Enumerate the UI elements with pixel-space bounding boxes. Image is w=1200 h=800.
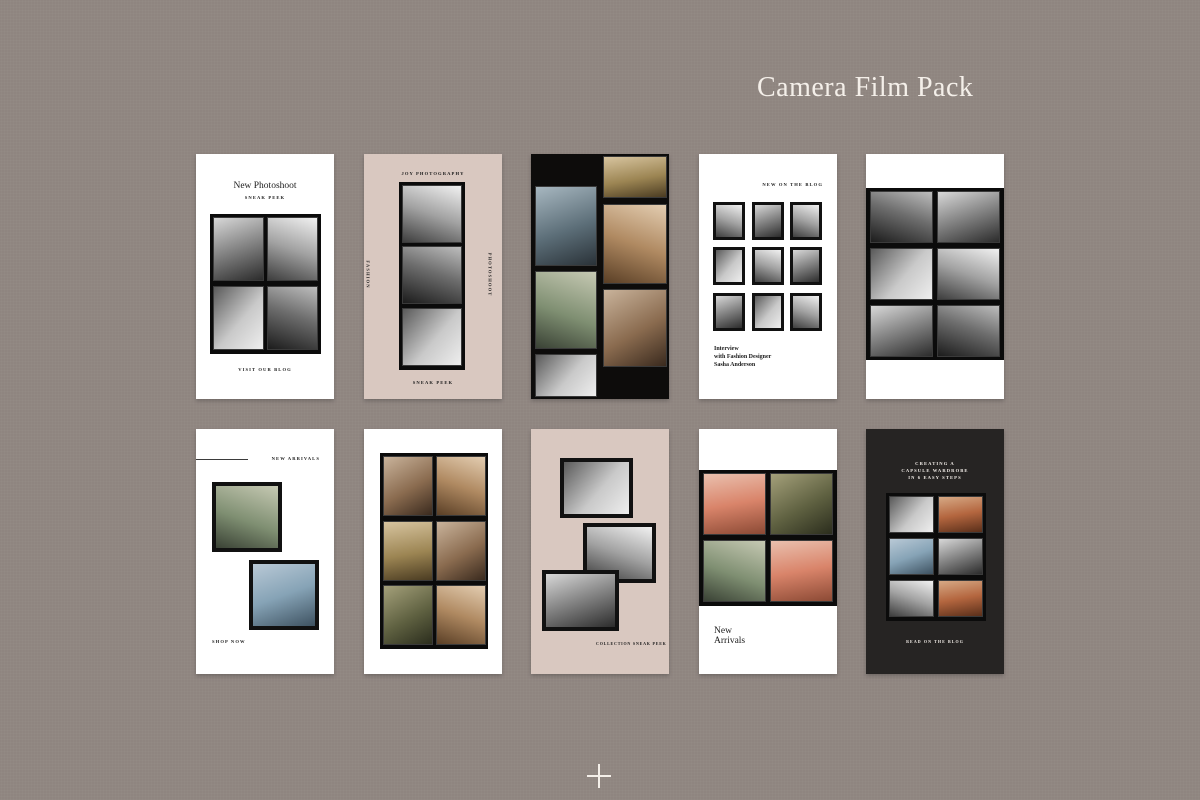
photo	[770, 540, 833, 602]
template-card-autumn-grid[interactable]	[364, 429, 502, 674]
photo	[790, 247, 822, 285]
page-title: Camera Film Pack	[757, 72, 974, 103]
photo	[603, 204, 667, 284]
template-card-contact-sheet[interactable]	[866, 154, 1004, 399]
photo	[937, 191, 1000, 243]
photo	[603, 156, 667, 198]
photo	[402, 308, 462, 366]
photo	[938, 538, 983, 575]
photo	[790, 293, 822, 331]
card-side-label-left: FASHION	[365, 260, 371, 289]
photo	[213, 286, 264, 350]
photo	[383, 585, 433, 645]
photo	[703, 473, 766, 535]
photo	[383, 456, 433, 516]
film-strip	[210, 214, 321, 354]
photo	[889, 496, 934, 533]
photo	[436, 585, 486, 645]
photo	[889, 580, 934, 617]
card-top-label: JOY PHOTOGRAPHY	[401, 171, 465, 176]
template-card-new-arrivals-color[interactable]: New Arrivals	[699, 429, 837, 674]
photo	[937, 305, 1000, 357]
photo	[436, 521, 486, 581]
photo	[870, 305, 933, 357]
template-card-new-photoshoot[interactable]: New Photoshoot SNEAK PEEK VISIT OUR BLOG	[196, 154, 334, 399]
photo	[535, 354, 597, 397]
card-title: New Photoshoot	[233, 181, 297, 191]
card-top-label: NEW ON THE BLOG	[762, 182, 823, 187]
divider-line	[196, 459, 248, 460]
card-subtitle: SNEAK PEEK	[244, 195, 286, 200]
template-card-joy-photography[interactable]: JOY PHOTOGRAPHY FASHION PHOTOSHOOT SNEAK…	[364, 154, 502, 399]
photo	[752, 293, 784, 331]
photo	[212, 482, 282, 552]
template-card-new-on-blog[interactable]: NEW ON THE BLOG Interview with Fashion D…	[699, 154, 837, 399]
film-strip	[886, 493, 986, 621]
card-heading-line: CREATING A	[915, 461, 955, 466]
card-body-line: Interview	[714, 346, 739, 352]
photo	[267, 286, 318, 350]
card-title-line: Arrivals	[714, 636, 746, 646]
photo	[713, 202, 745, 240]
photo	[542, 570, 619, 631]
film-strip	[399, 182, 465, 370]
card-footer: VISIT OUR BLOG	[238, 367, 292, 372]
photo	[603, 289, 667, 367]
photo	[267, 217, 318, 281]
card-footer: SHOP NOW	[212, 639, 246, 644]
card-footer: SNEAK PEEK	[412, 380, 454, 385]
photo	[402, 185, 462, 243]
photo	[560, 458, 633, 518]
photo	[790, 202, 822, 240]
photo	[436, 456, 486, 516]
photo	[535, 186, 597, 266]
template-card-new-arrivals[interactable]: NEW ARRIVALS SHOP NOW	[196, 429, 334, 674]
card-title-line: New	[714, 626, 732, 636]
photo	[770, 473, 833, 535]
card-footer: READ ON THE BLOG	[906, 639, 964, 644]
film-strip	[699, 470, 837, 606]
template-card-collection-sneak-peek[interactable]: COLLECTION SNEAK PEEK	[531, 429, 669, 674]
card-top-label: NEW ARRIVALS	[271, 456, 320, 461]
photo	[870, 191, 933, 243]
card-body-line: with Fashion Designer	[714, 354, 772, 360]
photo	[752, 247, 784, 285]
photo	[383, 521, 433, 581]
photo	[870, 248, 933, 300]
photo	[213, 217, 264, 281]
photo	[402, 246, 462, 304]
photo	[937, 248, 1000, 300]
card-side-label-right: PHOTOSHOOT	[487, 252, 493, 297]
card-heading-line: CAPSULE WARDROBE	[901, 468, 969, 473]
card-footer: COLLECTION SNEAK PEEK	[596, 641, 667, 646]
plus-icon[interactable]	[587, 764, 611, 788]
photo	[938, 496, 983, 533]
card-body-line: Sasha Anderson	[714, 362, 756, 368]
photo	[713, 247, 745, 285]
template-card-film-collage[interactable]	[531, 154, 669, 399]
film-strip	[866, 188, 1004, 360]
photo	[713, 293, 745, 331]
photo	[535, 271, 597, 349]
photo	[703, 540, 766, 602]
photo	[938, 580, 983, 617]
photo	[889, 538, 934, 575]
template-card-capsule-wardrobe[interactable]: CREATING A CAPSULE WARDROBE IN 6 EASY ST…	[866, 429, 1004, 674]
card-heading-line: IN 6 EASY STEPS	[908, 475, 962, 480]
photo	[752, 202, 784, 240]
film-strip	[380, 453, 488, 649]
photo	[249, 560, 319, 630]
